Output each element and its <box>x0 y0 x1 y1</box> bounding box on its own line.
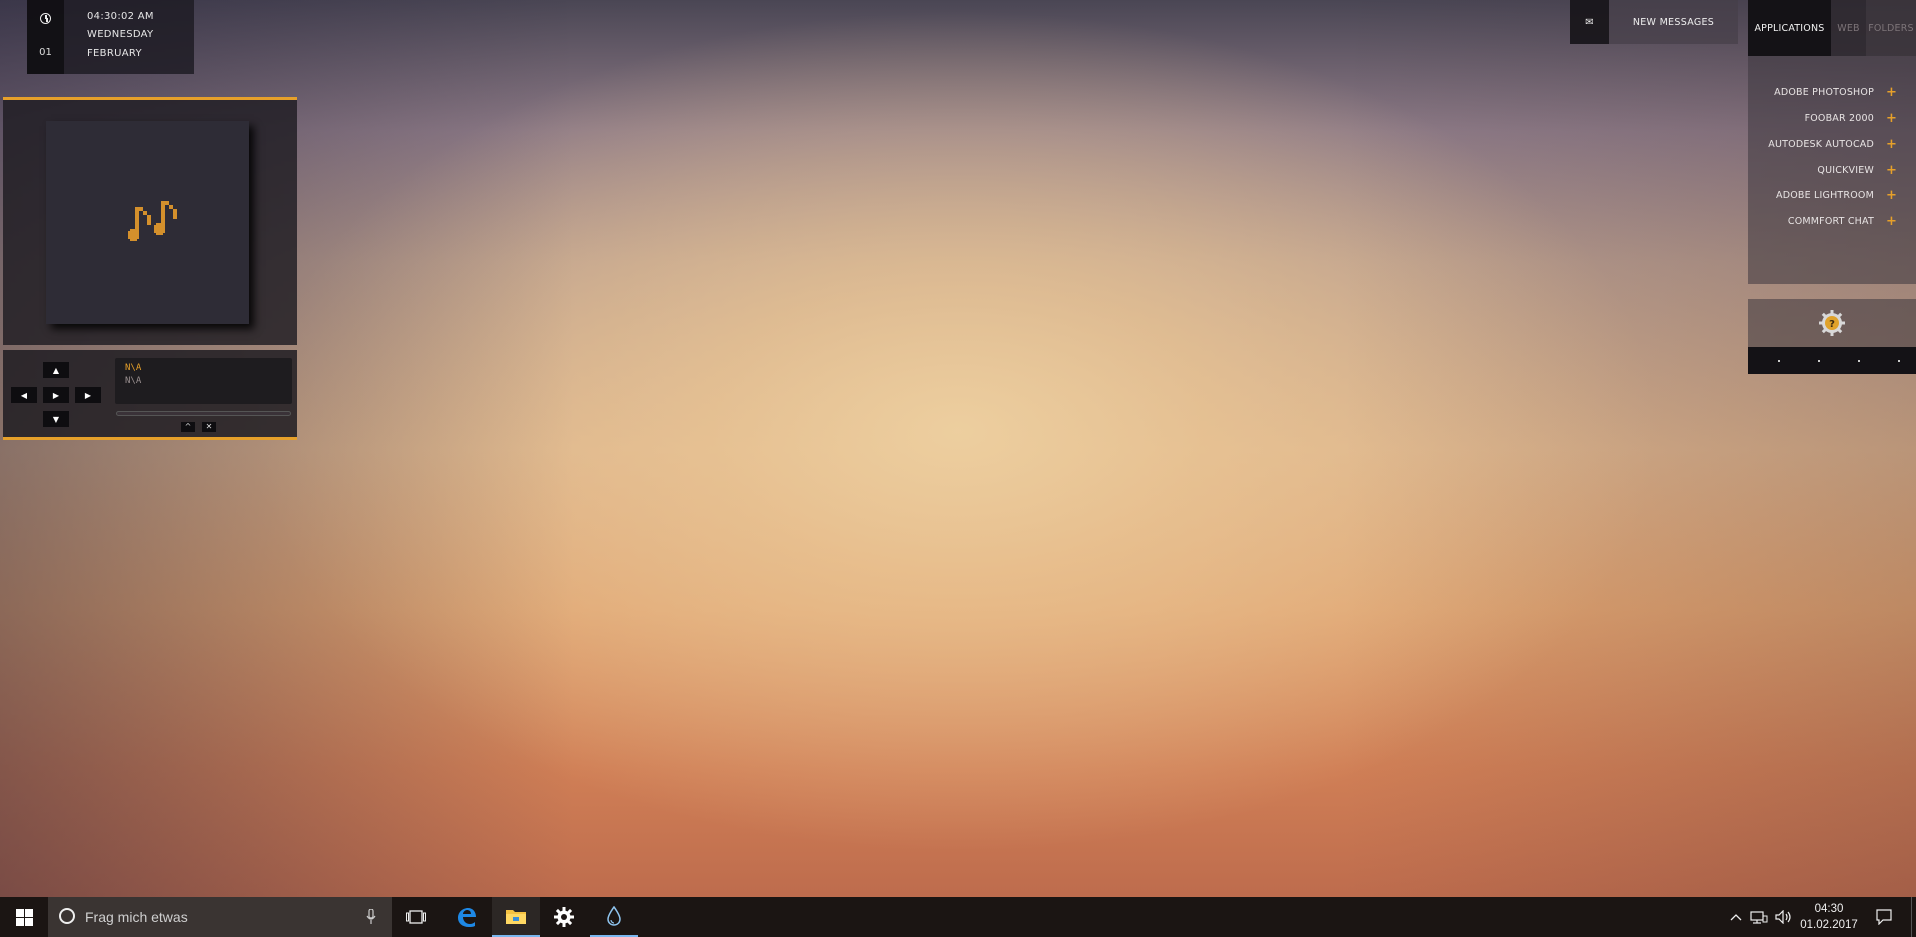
tab-web[interactable]: WEB <box>1831 0 1866 56</box>
clock-month: FEBRUARY <box>87 48 142 59</box>
track-info: N\A N\A <box>115 358 292 404</box>
new-messages-widget[interactable]: ✉ NEW MESSAGES <box>1570 0 1738 44</box>
app-item-foobar-2000[interactable]: FOOBAR 2000 + <box>1804 109 1898 127</box>
next-button[interactable]: ▶ <box>75 387 101 403</box>
app-item-label: QUICKVIEW <box>1817 164 1874 176</box>
plus-icon: + <box>1886 136 1898 152</box>
music-note-icon <box>128 201 177 241</box>
dot-indicator[interactable] <box>1858 360 1860 362</box>
music-player-widget <box>3 97 297 345</box>
player-controls-panel: ▲ ◀ ▶ ▶ ▼ N\A N\A ^ ✕ <box>3 350 297 440</box>
search-box[interactable]: Frag mich etwas <box>48 897 392 937</box>
track-title: N\A <box>125 376 142 386</box>
close-button[interactable]: ✕ <box>202 422 216 432</box>
app-item-label: FOOBAR 2000 <box>1804 112 1874 124</box>
action-center-icon[interactable] <box>1872 897 1896 937</box>
taskbar-date: 01.02.2017 <box>1800 919 1858 931</box>
clock-icon-column: 01 <box>27 0 64 74</box>
show-desktop-button[interactable] <box>1911 897 1912 937</box>
app-item-quickview[interactable]: QUICKVIEW + <box>1817 161 1896 179</box>
task-view-icon[interactable] <box>392 897 440 937</box>
cortana-icon <box>59 908 75 924</box>
microphone-icon[interactable] <box>366 909 376 925</box>
plus-icon: + <box>1886 187 1898 203</box>
envelope-icon: ✉ <box>1570 0 1609 44</box>
app-item-label: ADOBE LIGHTROOM <box>1776 189 1874 201</box>
file-explorer-icon[interactable] <box>492 897 540 937</box>
minimize-button[interactable]: ^ <box>181 422 195 432</box>
clock-day: 01 <box>39 47 52 58</box>
progress-bar[interactable] <box>116 411 291 416</box>
widget-dots-bar <box>1748 347 1916 374</box>
app-item-label: ADOBE PHOTOSHOP <box>1774 86 1874 98</box>
plus-icon: + <box>1886 162 1898 178</box>
svg-text:?: ? <box>1829 319 1835 330</box>
app-launcher-widget: APPLICATIONS WEB FOLDERS ADOBE PHOTOSHOP… <box>1748 0 1916 284</box>
chevron-up-icon[interactable] <box>1728 897 1744 937</box>
app-item-commfort-chat[interactable]: COMMFORT CHAT + <box>1787 212 1898 230</box>
clock-icon <box>40 13 51 24</box>
clock-widget: 01 04:30:02 AM WEDNESDAY FEBRUARY <box>27 0 194 74</box>
rainmeter-icon[interactable] <box>590 897 638 937</box>
tab-applications[interactable]: APPLICATIONS <box>1748 0 1831 56</box>
play-button[interactable]: ▶ <box>43 387 69 403</box>
search-input[interactable]: Frag mich etwas <box>85 897 188 937</box>
taskbar-clock[interactable]: 04:30 01.02.2017 <box>1786 901 1872 933</box>
network-icon[interactable] <box>1748 897 1770 937</box>
new-messages-label: NEW MESSAGES <box>1632 16 1715 28</box>
previous-button[interactable]: ◀ <box>11 387 37 403</box>
plus-icon: + <box>1886 110 1898 126</box>
windows-start-icon[interactable] <box>0 897 48 937</box>
app-item-label: AUTODESK AUTOCAD <box>1768 138 1874 150</box>
app-item-label: COMMFORT CHAT <box>1787 215 1874 227</box>
taskbar-time: 04:30 <box>1814 903 1844 915</box>
volume-up-button[interactable]: ▲ <box>43 362 69 378</box>
dot-indicator[interactable] <box>1778 360 1780 362</box>
taskbar: Frag mich etwas 04:30 01.02.2017 <box>0 897 1916 937</box>
tab-folders[interactable]: FOLDERS <box>1866 0 1916 56</box>
album-cover <box>46 121 249 324</box>
plus-icon: + <box>1886 213 1898 229</box>
app-item-adobe-lightroom[interactable]: ADOBE LIGHTROOM + <box>1776 186 1898 204</box>
volume-down-button[interactable]: ▼ <box>43 411 69 427</box>
dot-indicator[interactable] <box>1818 360 1820 362</box>
app-item-autodesk-autocad[interactable]: AUTODESK AUTOCAD + <box>1768 135 1898 153</box>
launcher-tabs: APPLICATIONS WEB FOLDERS <box>1748 0 1916 56</box>
settings-widget: ? <box>1748 299 1916 374</box>
app-item-adobe-photoshop[interactable]: ADOBE PHOTOSHOP + <box>1774 83 1898 101</box>
clock-weekday: WEDNESDAY <box>87 29 154 40</box>
edge-icon[interactable] <box>442 897 490 937</box>
help-gear-icon[interactable]: ? <box>1818 309 1846 337</box>
clock-time: 04:30:02 AM <box>87 11 154 22</box>
dot-indicator[interactable] <box>1898 360 1900 362</box>
settings-icon[interactable] <box>540 897 588 937</box>
track-artist: N\A <box>125 363 142 373</box>
plus-icon: + <box>1886 84 1898 100</box>
